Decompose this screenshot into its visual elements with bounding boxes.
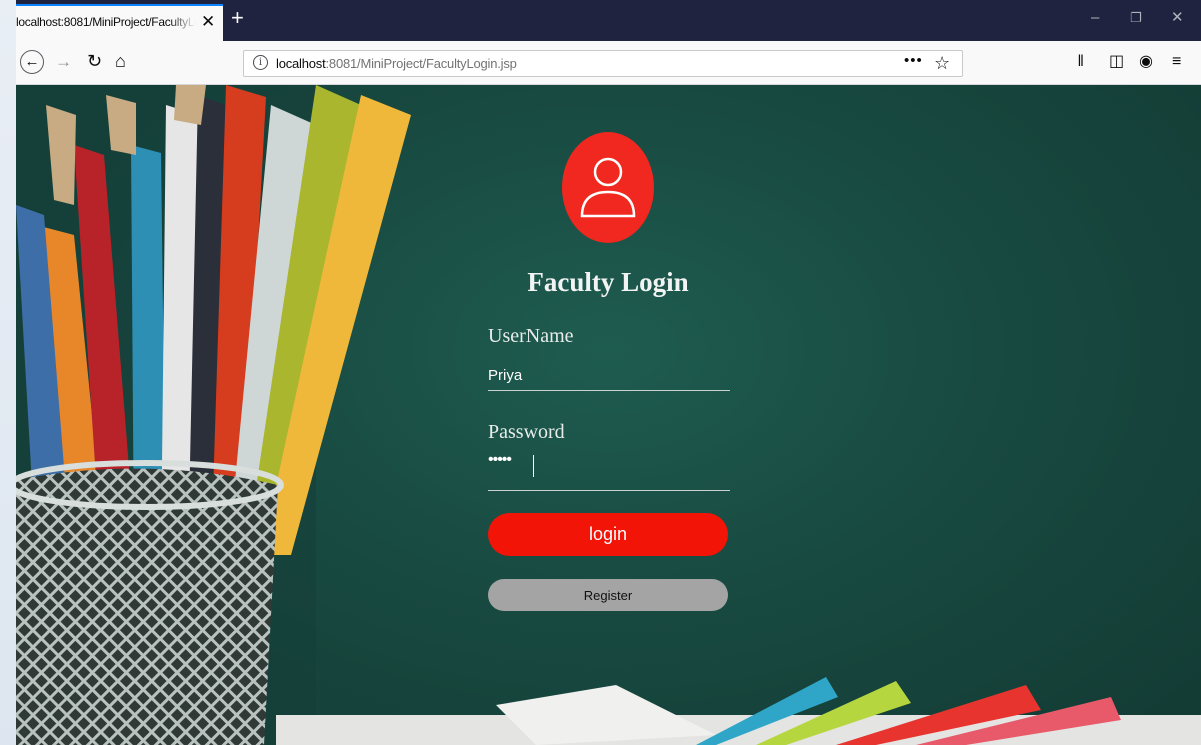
back-arrow-icon[interactable]: ←: [20, 50, 44, 74]
tab-faculty-login[interactable]: localhost:8081/MiniProject/FacultyLogin.…: [16, 4, 223, 41]
tab-strip: localhost:8081/MiniProject/FacultyLogin.…: [16, 0, 1201, 41]
navigation-toolbar: ← → ↻ ⌂ i localhost:8081/MiniProject/Fac…: [16, 41, 1201, 85]
account-icon[interactable]: ◉: [1139, 51, 1153, 73]
url-path: :8081/MiniProject/FacultyLogin.jsp: [325, 56, 517, 71]
window-close-icon[interactable]: ✕: [1171, 8, 1184, 28]
close-icon[interactable]: ✕: [201, 12, 215, 32]
password-masked-value: •••••: [488, 451, 512, 468]
password-label: Password: [488, 421, 565, 443]
url-host: localhost: [276, 56, 326, 71]
password-input[interactable]: [488, 457, 730, 491]
reload-icon[interactable]: ↻: [87, 50, 102, 72]
login-button[interactable]: login: [488, 513, 728, 556]
text-caret: [533, 455, 534, 477]
page-actions-icon[interactable]: •••: [904, 52, 923, 69]
library-icon[interactable]: 𝍪: [1078, 51, 1083, 73]
new-tab-button[interactable]: +: [231, 6, 244, 30]
url-text[interactable]: localhost:8081/MiniProject/FacultyLogin.…: [276, 56, 517, 71]
register-button[interactable]: Register: [488, 579, 728, 611]
menu-icon[interactable]: ≡: [1172, 51, 1181, 73]
desktop-edge: [0, 0, 16, 745]
page-title: Faculty Login: [527, 267, 689, 297]
username-input[interactable]: [488, 361, 730, 391]
username-label: UserName: [488, 325, 574, 347]
info-icon[interactable]: i: [253, 55, 268, 70]
url-bar[interactable]: i localhost:8081/MiniProject/FacultyLogi…: [243, 50, 963, 77]
login-page: Faculty Login UserName Password ••••• lo…: [16, 85, 1201, 745]
forward-arrow-icon[interactable]: →: [55, 51, 72, 73]
tab-title: localhost:8081/MiniProject/FacultyLogin.…: [16, 15, 196, 29]
sidebar-icon[interactable]: ◫: [1109, 51, 1124, 73]
bookmark-star-icon[interactable]: ☆: [934, 52, 950, 74]
user-avatar-icon: [562, 132, 654, 243]
restore-icon[interactable]: ❐: [1130, 8, 1142, 28]
browser-window: localhost:8081/MiniProject/FacultyLogin.…: [16, 0, 1201, 745]
home-icon[interactable]: ⌂: [115, 50, 126, 72]
minimize-icon[interactable]: –: [1091, 8, 1099, 28]
